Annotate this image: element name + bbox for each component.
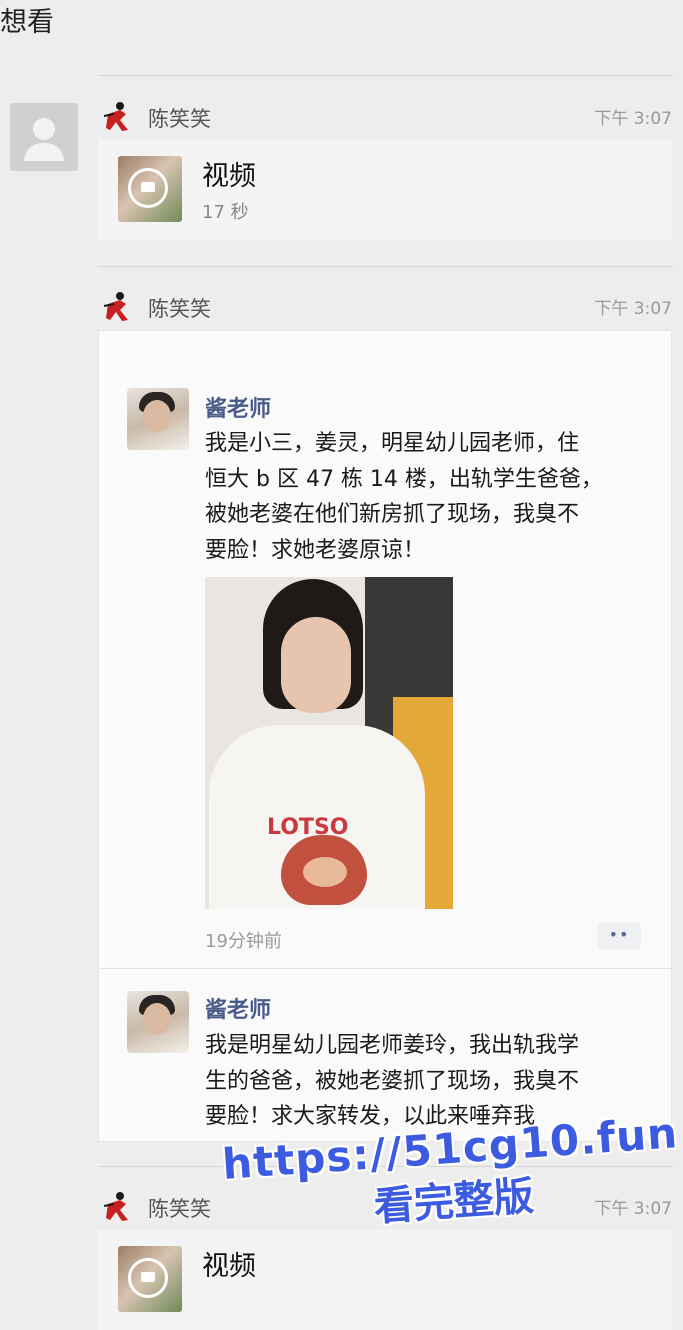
moment-divider <box>99 968 671 969</box>
avatar-body-shape <box>24 143 64 161</box>
post-text-line: 恒大 b 区 47 栋 14 楼，出轨学生爸爸， <box>205 466 603 492</box>
avatar-face-shape <box>143 1003 171 1035</box>
video-message-card[interactable]: 视频 <box>98 1230 672 1330</box>
post-text-line: 要脸！求她老婆原谅！ <box>205 537 426 563</box>
video-duration: 17 秒 <box>202 202 249 223</box>
sender-name[interactable]: 陈笑笑 <box>148 103 211 133</box>
post-text: 我是小三，姜灵，明星幼儿园老师，住 恒大 b 区 47 栋 14 楼，出轨学生爸… <box>205 426 645 568</box>
sender-name[interactable]: 陈笑笑 <box>148 293 211 323</box>
photo-shirt-text: LOTSO <box>267 815 349 840</box>
video-title: 视频 <box>202 161 256 192</box>
post-time-ago: 19分钟前 <box>205 931 282 952</box>
more-options-button[interactable]: •• <box>597 923 641 949</box>
message-header: 陈笑笑 下午 3:07 <box>100 100 672 136</box>
message-time: 下午 3:07 <box>594 299 672 319</box>
forwarded-moments-card[interactable]: 酱老师 我是小三，姜灵，明星幼儿园老师，住 恒大 b 区 47 栋 14 楼，出… <box>98 330 672 1142</box>
default-avatar-icon[interactable] <box>10 103 78 171</box>
post-author-name[interactable]: 酱老师 <box>205 992 271 1024</box>
avatar-face-shape <box>143 400 171 432</box>
message-header: 陈笑笑 下午 3:07 <box>100 290 672 326</box>
post-photo[interactable]: LOTSO <box>205 577 453 909</box>
video-play-icon <box>128 168 168 208</box>
divider <box>98 75 673 76</box>
video-message-card[interactable]: 视频 17 秒 <box>98 140 672 240</box>
divider <box>98 266 673 267</box>
post-author-name[interactable]: 酱老师 <box>205 391 271 423</box>
sender-name[interactable]: 陈笑笑 <box>148 1193 211 1223</box>
message-time: 下午 3:07 <box>594 109 672 129</box>
video-play-icon <box>128 1258 168 1298</box>
post-text-line: 被她老婆在他们新房抓了现场，我臭不 <box>205 502 580 527</box>
video-thumbnail[interactable] <box>118 1246 182 1312</box>
dancer-emoji-icon <box>103 102 128 131</box>
post-text-line: 我是明星幼儿园老师姜玲，我出轨我学 <box>205 1033 580 1058</box>
post-author-avatar[interactable] <box>127 991 189 1053</box>
dancer-emoji-icon <box>103 292 128 321</box>
post-text-line: 生的爸爸，被她老婆抓了现场，我臭不 <box>205 1068 580 1094</box>
video-thumbnail[interactable] <box>118 156 182 222</box>
dancer-emoji-icon <box>103 1192 128 1221</box>
post-author-avatar[interactable] <box>127 388 189 450</box>
photo-bear-face <box>303 857 347 887</box>
video-title: 视频 <box>202 1251 256 1282</box>
avatar-head-shape <box>33 118 55 140</box>
photo-face <box>281 617 351 713</box>
post-text-line: 我是小三，姜灵，明星幼儿园老师，住 <box>205 431 580 456</box>
message-text: 想看 <box>0 7 54 38</box>
